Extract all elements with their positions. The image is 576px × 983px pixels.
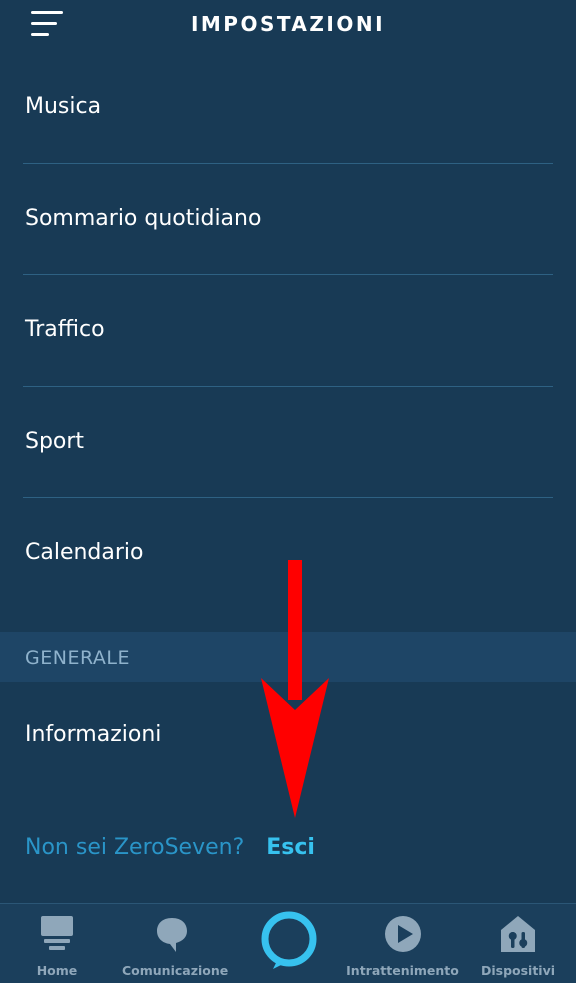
- chat-bubble-icon: [157, 918, 187, 952]
- tab-label: Comunicazione: [122, 963, 229, 978]
- tab-label: Dispositivi: [480, 963, 556, 978]
- settings-item-label: Traffico: [25, 317, 105, 342]
- section-title: GENERALE: [25, 647, 130, 669]
- home-icon: [41, 916, 73, 950]
- tab-communication[interactable]: Comunicazione: [122, 904, 229, 983]
- tab-devices[interactable]: Dispositivi: [480, 904, 556, 983]
- settings-item-sports[interactable]: Sport: [23, 387, 553, 498]
- not-you-text: Non sei ZeroSeven?: [25, 835, 245, 860]
- settings-item-label: Sommario quotidiano: [25, 205, 262, 231]
- settings-item-traffic[interactable]: Traffico: [23, 275, 553, 387]
- page-title: IMPOSTAZIONI: [190, 12, 386, 36]
- settings-item-label: Sport: [25, 428, 85, 454]
- tab-label: Home: [36, 963, 78, 978]
- smart-home-icon: [501, 916, 535, 952]
- annotation-arrow-icon: [261, 560, 329, 818]
- play-icon: [384, 916, 421, 952]
- settings-item-label: Calendario: [25, 540, 144, 565]
- signout-row: Non sei ZeroSeven? Esci: [25, 835, 315, 860]
- signout-link[interactable]: Esci: [266, 835, 315, 860]
- settings-list: Musica Sommario quotidiano Traffico Spor…: [0, 52, 576, 626]
- settings-item-music[interactable]: Musica: [23, 52, 553, 164]
- settings-item-label: Musica: [25, 94, 102, 119]
- settings-item-about[interactable]: Informazioni: [25, 722, 161, 747]
- tab-label: Intrattenimento: [346, 963, 459, 978]
- tab-home[interactable]: Home: [17, 904, 97, 983]
- alexa-ring-icon[interactable]: [259, 910, 319, 970]
- settings-item-daily-briefing[interactable]: Sommario quotidiano: [23, 164, 553, 275]
- tab-entertainment[interactable]: Intrattenimento: [345, 904, 460, 983]
- app-header: IMPOSTAZIONI: [0, 0, 576, 52]
